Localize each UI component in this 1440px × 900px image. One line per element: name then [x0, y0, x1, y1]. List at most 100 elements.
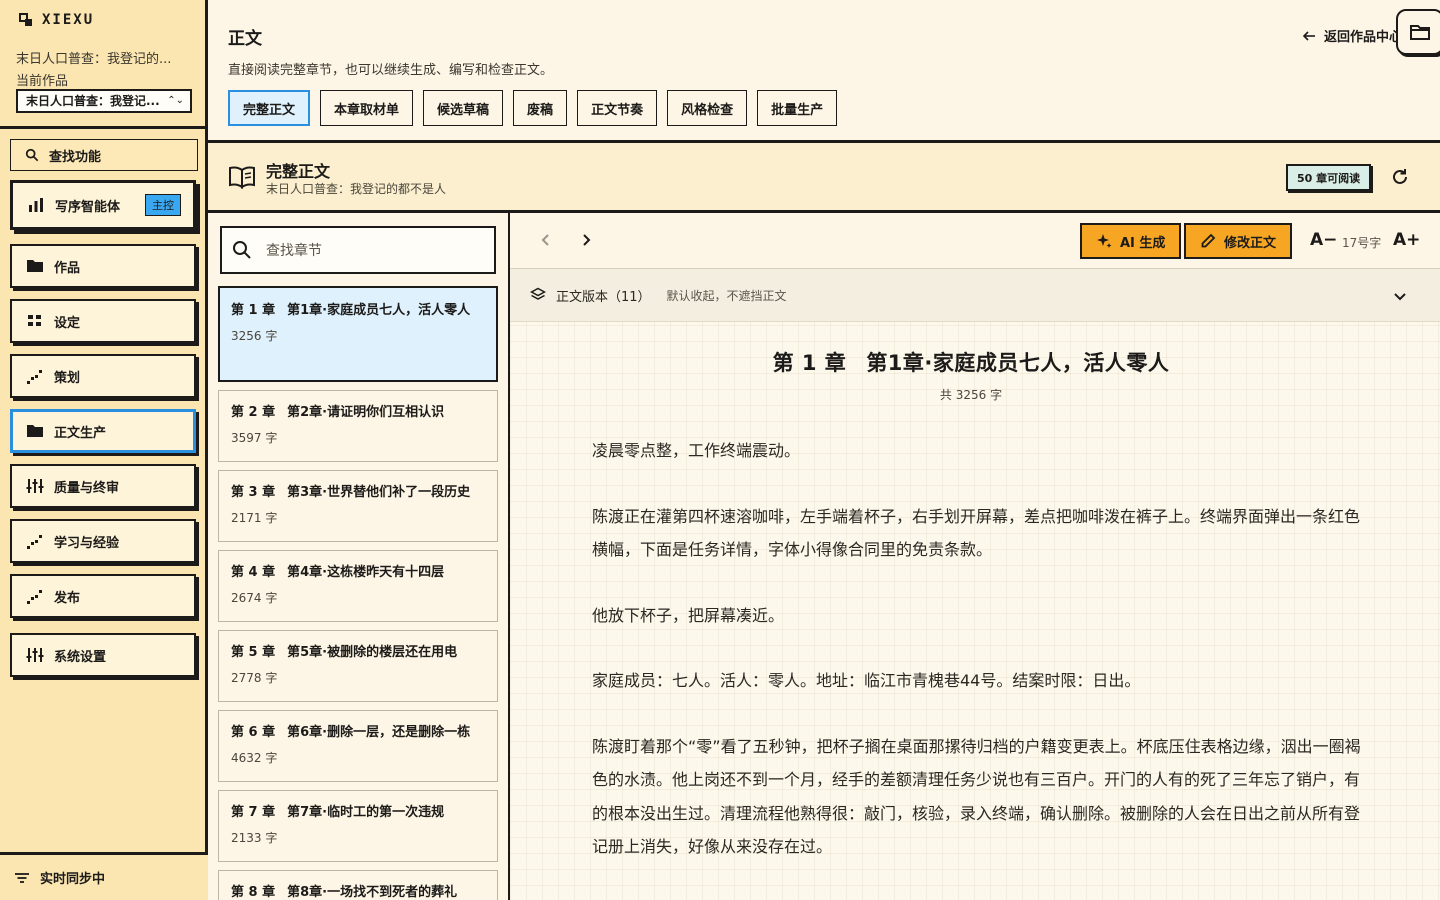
sidebar-item-label: 设定	[54, 315, 81, 331]
chapter-word-count: 2133 字	[231, 831, 278, 845]
chapter-search-input[interactable]: 查找章节	[220, 226, 496, 274]
sidebar-item-label: 质量与终审	[54, 480, 120, 496]
paragraph: 陈渡盯着那个“零”看了五秒钟，把杯子搁在桌面那摞待归档的户籍变更表上。杯底压住表…	[592, 736, 1361, 857]
chapter-title: 第3章·世界替他们补了一段历史	[287, 485, 471, 500]
page-header: 正文 直接阅读完整章节，也可以继续生成、编写和检查正文。 返回作品中心 完整正文…	[208, 0, 1440, 143]
chapter-list-item[interactable]: 第 7 章第7章·临时工的第一次违规 2133 字	[218, 790, 498, 862]
paragraph: 他放下杯子，把屏幕凑近。	[592, 605, 785, 625]
chapter-word-count: 4632 字	[231, 751, 278, 765]
select-caret-icon: ⌃⌄	[167, 95, 184, 106]
paragraph: 家庭成员：七人。活人：零人。地址：临江市青槐巷44号。结案时限：日出。	[592, 671, 1141, 690]
chapter-number: 第 5 章	[231, 645, 276, 660]
brand[interactable]: XIEXU	[18, 12, 94, 28]
folder-icon	[27, 425, 43, 437]
folder-outline-icon	[1410, 25, 1430, 40]
arrow-left-icon	[1302, 30, 1315, 41]
sidebar-item-label: 正文生产	[54, 425, 107, 441]
chapter-heading: 第 1 章第1章·家庭成员七人，活人零人	[510, 347, 1432, 377]
page-title: 正文	[228, 29, 262, 49]
sidebar-item-label: 发布	[54, 590, 81, 606]
version-title: 正文版本（11）	[556, 289, 651, 305]
paragraph: 凌晨零点整，工作终端震动。	[592, 441, 801, 460]
chapter-word-count: 2674 字	[231, 591, 278, 605]
chapter-list-pane: 查找章节 第 1 章第1章·家庭成员七人，活人零人 3256 字 第 2 章第2…	[208, 213, 510, 900]
open-book-icon	[229, 166, 255, 189]
chapter-word-count: 2171 字	[231, 511, 278, 525]
sidebar-item-label: 写序智能体	[55, 199, 121, 215]
tab-discarded[interactable]: 废稿	[513, 90, 568, 126]
trend-icon	[27, 535, 42, 549]
section-subtitle: 末日人口普查：我登记的都不是人	[266, 182, 447, 196]
tab-batch-production[interactable]: 批量生产	[757, 90, 838, 126]
sidebar-item-system-settings[interactable]: 系统设置	[10, 633, 196, 677]
chapter-list-item[interactable]: 第 5 章第5章·被删除的楼层还在用电 2778 字	[218, 630, 498, 702]
chevron-right-icon[interactable]	[578, 232, 594, 248]
bar-chart-icon	[29, 198, 43, 212]
chapter-number: 第 3 章	[231, 485, 276, 500]
search-icon	[25, 148, 39, 162]
chapter-number: 第 7 章	[231, 805, 276, 820]
version-panel-toggle[interactable]: 正文版本（11） 默认收起，不遮挡正文	[510, 269, 1440, 322]
sidebar-item-learning[interactable]: 学习与经验	[10, 519, 196, 563]
chapter-total-words: 共 3256 字	[939, 388, 1003, 402]
sidebar: XIEXU 末日人口普查：我登记的... 当前作品 末日人口普查：我登记... …	[0, 0, 208, 900]
tab-full-text[interactable]: 完整正文	[228, 90, 311, 126]
tab-chapter-material[interactable]: 本章取材单	[320, 90, 414, 126]
sidebar-item-works[interactable]: 作品	[10, 244, 196, 288]
ai-generate-button[interactable]: AI 生成	[1080, 223, 1182, 259]
ai-generate-label: AI 生成	[1120, 235, 1166, 251]
project-select[interactable]: 末日人口普查：我登记... ⌃⌄	[16, 89, 192, 113]
chapter-title: 第6章·删除一层，还是删除一栋	[287, 725, 471, 740]
pencil-icon	[1201, 233, 1216, 248]
feature-search[interactable]: 查找功能	[10, 139, 198, 171]
font-size-label: 17号字	[1342, 236, 1382, 250]
filter-lines-icon	[15, 872, 29, 883]
sliders-icon	[26, 479, 44, 493]
current-project-label: 当前作品	[16, 74, 69, 89]
chapter-number: 第 6 章	[231, 725, 276, 740]
chapter-list-item[interactable]: 第 8 章第8章·一场找不到死者的葬礼	[218, 870, 498, 900]
chevron-left-icon[interactable]	[538, 232, 554, 248]
chapter-list-item[interactable]: 第 6 章第6章·删除一层，还是删除一栋 4632 字	[218, 710, 498, 782]
sidebar-item-publish[interactable]: 发布	[10, 574, 196, 618]
back-link-label: 返回作品中心	[1324, 30, 1403, 45]
chapter-number: 第 2 章	[231, 405, 276, 420]
sidebar-item-label: 系统设置	[54, 649, 107, 665]
tab-candidate-drafts[interactable]: 候选草稿	[423, 90, 504, 126]
edit-text-button[interactable]: 修改正文	[1184, 223, 1293, 259]
open-folder-button[interactable]	[1396, 9, 1440, 55]
font-decrease-button[interactable]: A−	[1310, 230, 1337, 250]
trend-icon	[27, 590, 42, 604]
readable-chapters-badge: 50 章可阅读	[1286, 164, 1372, 191]
chapter-list-item[interactable]: 第 1 章第1章·家庭成员七人，活人零人 3256 字	[218, 286, 498, 382]
section-header: 完整正文 末日人口普查：我登记的都不是人 50 章可阅读	[208, 143, 1440, 213]
chapter-word-count: 2778 字	[231, 671, 278, 685]
reader-toolbar: AI 生成 修改正文 A− 17号字 A+	[510, 213, 1440, 269]
sidebar-item-text-production[interactable]: 正文生产	[10, 409, 196, 453]
sidebar-item-planning[interactable]: 策划	[10, 354, 196, 398]
chapter-list-item[interactable]: 第 3 章第3章·世界替他们补了一段历史 2171 字	[218, 470, 498, 542]
tab-style-check[interactable]: 风格检查	[667, 90, 748, 126]
reader-pane: AI 生成 修改正文 A− 17号字 A+ 正文版本（11） 默认收起，不遮挡正…	[510, 213, 1440, 900]
font-increase-button[interactable]: A+	[1393, 230, 1420, 250]
brand-name: XIEXU	[42, 12, 95, 28]
chapter-word-count: 3256 字	[231, 329, 278, 343]
sync-status-label: 实时同步中	[40, 872, 106, 887]
chapter-search-placeholder: 查找章节	[266, 243, 322, 259]
sliders-icon	[26, 648, 44, 662]
sidebar-item-agent[interactable]: 写序智能体 主控	[10, 180, 196, 230]
chapter-title: 第2章·请证明你们互相认识	[287, 405, 445, 420]
chapter-body: 凌晨零点整，工作终端震动。 陈渡正在灌第四杯速溶咖啡，左手端着杯子，右手划开屏幕…	[592, 434, 1362, 896]
chapter-list-item[interactable]: 第 4 章第4章·这栋楼昨天有十四层 2674 字	[218, 550, 498, 622]
version-note: 默认收起，不遮挡正文	[666, 288, 787, 303]
layers-icon	[530, 287, 546, 300]
chapter-list-item[interactable]: 第 2 章第2章·请证明你们互相认识 3597 字	[218, 390, 498, 462]
sidebar-item-quality[interactable]: 质量与终审	[10, 464, 196, 508]
tab-pacing[interactable]: 正文节奏	[577, 90, 658, 126]
back-to-works-link[interactable]: 返回作品中心	[1302, 26, 1402, 45]
chapter-word-count: 3597 字	[231, 431, 278, 445]
refresh-icon[interactable]	[1390, 167, 1410, 187]
trend-icon	[27, 370, 42, 384]
sync-status[interactable]: 实时同步中	[0, 852, 208, 900]
sidebar-item-settings-world[interactable]: 设定	[10, 299, 196, 343]
